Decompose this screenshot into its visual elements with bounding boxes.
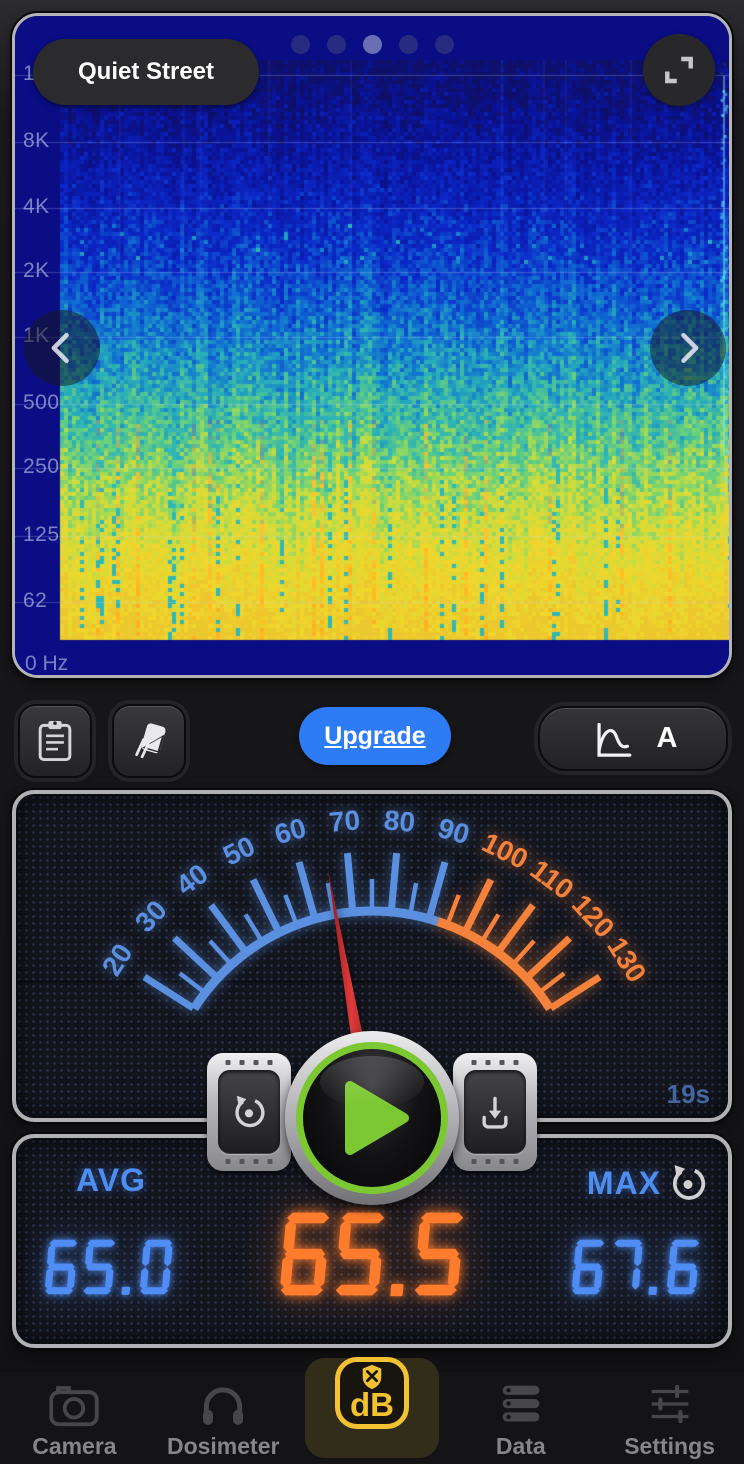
save-button[interactable] <box>464 1070 526 1154</box>
chevron-right-icon <box>668 328 708 368</box>
tab-label: Dosimeter <box>167 1435 279 1458</box>
seven-segment-digit <box>387 1210 412 1298</box>
tab-label: Camera <box>32 1435 116 1458</box>
avg-label: AVG <box>76 1162 146 1199</box>
spectrogram-canvas <box>15 16 729 675</box>
gauge-tick-label: 30 <box>129 894 173 938</box>
seven-segment-digit <box>332 1210 389 1298</box>
gauge-tick-label: 50 <box>218 830 260 872</box>
gauge-tick-label: 20 <box>96 938 139 981</box>
gauge-tick-label: 130 <box>601 932 652 988</box>
tab-meter[interactable]: dB Meter <box>298 1372 447 1464</box>
headphones-icon <box>198 1379 248 1429</box>
server-list-icon <box>496 1379 546 1429</box>
preset-name-button[interactable]: Quiet Street <box>33 39 259 105</box>
seven-segment-digit <box>411 1210 468 1298</box>
chevron-left-icon <box>42 328 82 368</box>
frequency-axis-zero-label: 0 Hz <box>25 652 68 676</box>
page-dot <box>327 35 346 54</box>
seven-segment-digit <box>664 1238 702 1296</box>
freq-label: 2K <box>23 259 50 283</box>
gauge-tick-label: 110 <box>525 854 580 906</box>
freq-label: 4K <box>23 195 50 219</box>
play-icon <box>342 1078 416 1158</box>
tab-camera[interactable]: Camera <box>0 1372 149 1464</box>
tab-label: Data <box>496 1435 546 1458</box>
freq-label: 62 <box>23 589 47 613</box>
seven-segment-digit <box>569 1238 607 1296</box>
freq-label: 250 <box>23 455 60 479</box>
gauge-tick-label: 120 <box>566 888 621 943</box>
reset-icon <box>230 1093 268 1131</box>
upgrade-button[interactable]: Upgrade <box>299 707 451 765</box>
swipe-cards-button[interactable] <box>112 704 186 778</box>
reset-button[interactable] <box>218 1070 280 1154</box>
page-dot <box>291 35 310 54</box>
seven-segment-digit <box>119 1238 136 1296</box>
gauge-tick-label: 90 <box>434 812 472 850</box>
db-badge-text: dB <box>350 1388 394 1424</box>
play-button-face <box>296 1042 448 1194</box>
tab-settings[interactable]: Settings <box>595 1372 744 1464</box>
gauge-tick-label: 80 <box>383 804 417 838</box>
save-wing <box>453 1053 537 1171</box>
fullscreen-icon <box>657 48 701 92</box>
response-curve-icon <box>589 718 635 760</box>
gauge-tick-label: 40 <box>170 858 213 901</box>
freq-label: 8K <box>23 129 50 153</box>
clipboard-icon <box>34 718 76 764</box>
save-icon <box>476 1093 514 1131</box>
seven-segment-digit <box>276 1210 333 1298</box>
max-label: MAX <box>587 1165 661 1202</box>
tab-data[interactable]: Data <box>446 1372 595 1464</box>
freq-label: 500 <box>23 391 60 415</box>
current-value <box>277 1210 466 1298</box>
elapsed-time-label: 19s <box>667 1079 710 1110</box>
prev-page-button[interactable] <box>24 310 100 386</box>
fullscreen-button[interactable] <box>643 34 715 106</box>
tab-label: Settings <box>624 1435 715 1458</box>
reset-wing <box>207 1053 291 1171</box>
gauge-tick-label: 70 <box>328 804 362 838</box>
db-badge-icon: dB <box>335 1357 409 1429</box>
gauge-tick-label: 100 <box>477 827 533 875</box>
seven-segment-digit <box>608 1238 646 1296</box>
spectrogram-panel[interactable]: 16K8K4K2K1K50025012562 0 Hz Quiet Street <box>12 13 732 678</box>
play-button[interactable] <box>285 1031 459 1205</box>
camera-icon <box>47 1379 101 1429</box>
seven-segment-digit <box>137 1238 175 1296</box>
frequency-weighting-button[interactable]: A <box>538 706 728 771</box>
avg-value <box>42 1238 175 1296</box>
reset-max-icon[interactable] <box>667 1162 709 1204</box>
seven-segment-digit <box>42 1238 80 1296</box>
seven-segment-digit <box>81 1238 119 1296</box>
page-dot <box>399 35 418 54</box>
sliders-icon <box>645 1379 695 1429</box>
page-dot <box>363 35 382 54</box>
shield-icon <box>360 1364 384 1390</box>
tab-bar: Camera Dosimeter dB Meter <box>0 1372 744 1464</box>
sound-meter-app: 16K8K4K2K1K50025012562 0 Hz Quiet Street <box>0 0 744 1464</box>
freq-label: 125 <box>23 523 60 547</box>
preset-name-label: Quiet Street <box>78 58 214 85</box>
report-button[interactable] <box>18 704 92 778</box>
seven-segment-digit <box>646 1238 663 1296</box>
gauge-tick-label: 60 <box>271 812 309 850</box>
next-page-button[interactable] <box>650 310 726 386</box>
swipe-cards-icon <box>127 719 171 763</box>
page-dots <box>291 35 454 54</box>
page-dot <box>435 35 454 54</box>
max-value <box>569 1238 702 1296</box>
weighting-value-label: A <box>657 722 678 755</box>
tab-dosimeter[interactable]: Dosimeter <box>149 1372 298 1464</box>
